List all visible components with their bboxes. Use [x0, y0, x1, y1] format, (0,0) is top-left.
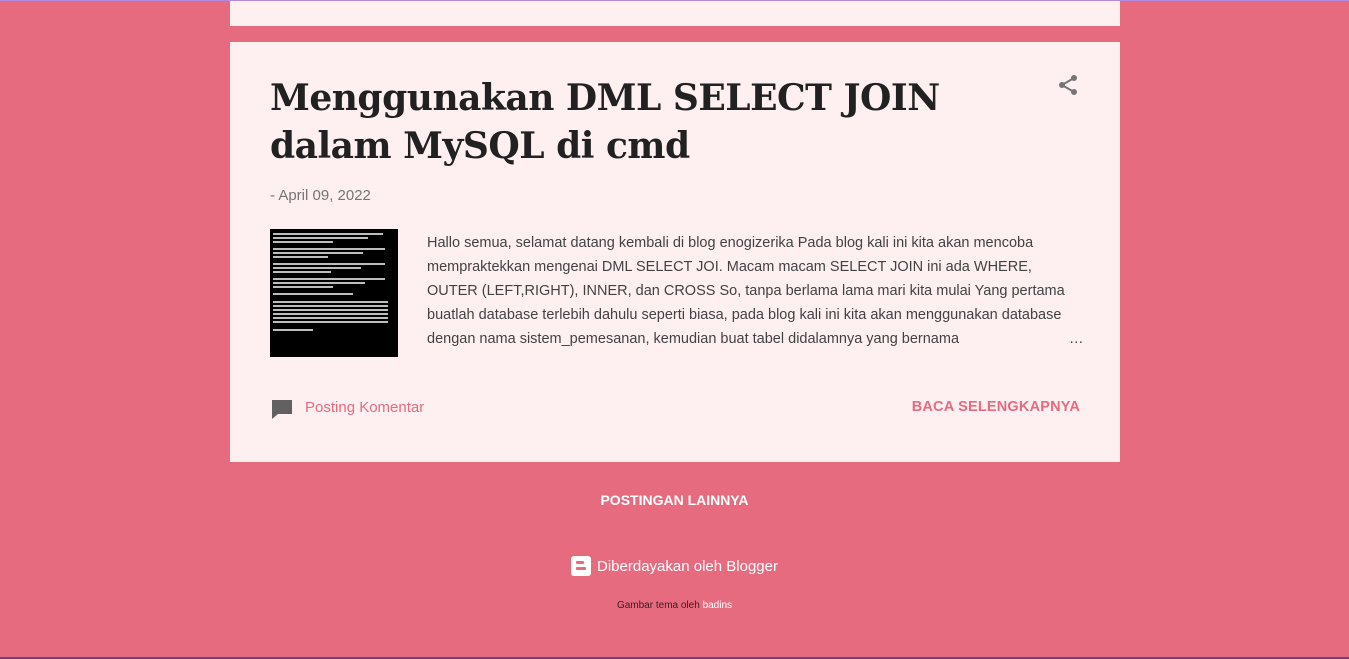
post-thumbnail[interactable]	[270, 229, 398, 357]
post-title[interactable]: Menggunakan DML SELECT JOIN dalam MySQL …	[270, 74, 1030, 170]
credit-prefix: Gambar tema oleh	[616, 600, 703, 611]
snippet-fade	[970, 327, 1050, 351]
snippet-ellipsis: …	[1069, 331, 1084, 347]
blog-page: Menggunakan DML SELECT JOIN dalam MySQL …	[0, 0, 1349, 659]
more-posts-link[interactable]: POSTINGAN LAINNYA	[0, 492, 1349, 508]
powered-by-label: Diberdayakan oleh Blogger	[597, 557, 778, 575]
powered-by-blogger-link[interactable]: Diberdayakan oleh Blogger	[0, 556, 1349, 576]
theme-credit: Gambar tema oleh badins	[0, 600, 1349, 611]
comment-icon[interactable]	[270, 397, 294, 421]
post-comment-link[interactable]: Posting Komentar	[305, 399, 424, 416]
blogger-icon	[571, 556, 592, 576]
previous-post-card	[230, 1, 1120, 26]
post-date[interactable]: - April 09, 2022	[270, 187, 371, 204]
read-more-link[interactable]: BACA SELENGKAPNYA	[912, 399, 1080, 415]
share-icon[interactable]	[1056, 73, 1080, 97]
credit-author-link[interactable]: badins	[703, 600, 732, 611]
post-card: Menggunakan DML SELECT JOIN dalam MySQL …	[230, 42, 1120, 462]
